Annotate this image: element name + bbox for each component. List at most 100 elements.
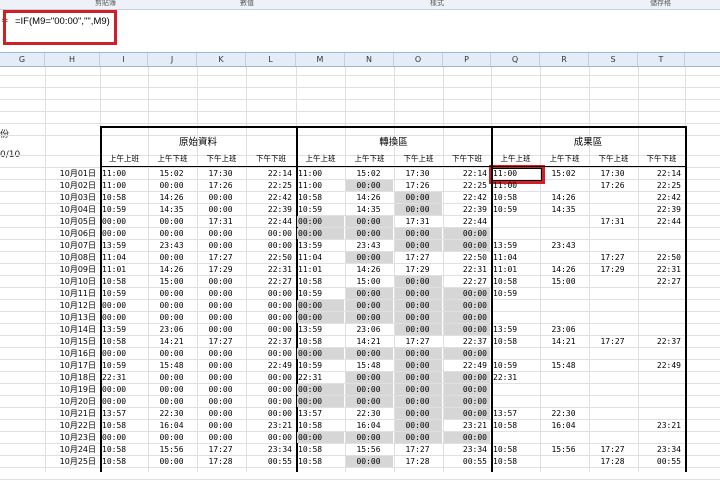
converted-cell[interactable]: 00:00 <box>445 396 487 407</box>
converted-cell[interactable]: 10:58 <box>298 420 341 431</box>
result-cell[interactable] <box>640 312 681 323</box>
converted-cell[interactable]: 15:02 <box>347 168 390 179</box>
converted-cell[interactable]: 00:00 <box>396 300 439 311</box>
result-cell[interactable] <box>640 372 681 383</box>
result-cell[interactable] <box>493 432 536 443</box>
original-cell[interactable]: 23:34 <box>248 444 292 455</box>
original-cell[interactable]: 00:00 <box>248 228 292 239</box>
converted-cell[interactable]: 10:58 <box>298 192 341 203</box>
converted-cell[interactable]: 17:27 <box>396 336 439 347</box>
result-cell[interactable]: 00:55 <box>640 456 681 467</box>
result-cell[interactable]: 17:30 <box>591 168 634 179</box>
converted-cell[interactable]: 10:59 <box>298 204 341 215</box>
original-cell[interactable]: 10:58 <box>102 276 144 287</box>
converted-cell[interactable]: 17:29 <box>396 264 439 275</box>
converted-cell[interactable]: 00:00 <box>347 396 390 407</box>
column-header-g[interactable]: G <box>0 53 45 66</box>
converted-cell[interactable]: 00:00 <box>445 408 487 419</box>
result-cell[interactable]: 17:31 <box>591 216 634 227</box>
date-cell[interactable]: 10月02日 <box>50 180 96 191</box>
converted-cell[interactable]: 11:00 <box>298 180 341 191</box>
column-header-s[interactable]: S <box>589 53 638 66</box>
converted-cell[interactable]: 17:27 <box>396 444 439 455</box>
original-cell[interactable]: 11:00 <box>102 180 144 191</box>
date-cell[interactable]: 10月21日 <box>50 408 96 419</box>
converted-cell[interactable]: 00:00 <box>298 384 341 395</box>
result-cell[interactable] <box>640 300 681 311</box>
original-cell[interactable]: 00:00 <box>199 240 242 251</box>
result-cell[interactable]: 10:58 <box>493 456 536 467</box>
converted-cell[interactable]: 00:00 <box>347 372 390 383</box>
result-cell[interactable]: 11:00 <box>493 168 536 179</box>
converted-cell[interactable]: 23:21 <box>445 420 487 431</box>
converted-cell[interactable]: 00:00 <box>396 408 439 419</box>
converted-cell[interactable]: 22:25 <box>445 180 487 191</box>
result-cell[interactable] <box>493 396 536 407</box>
result-cell[interactable]: 10:58 <box>493 276 536 287</box>
original-cell[interactable]: 00:00 <box>150 216 193 227</box>
converted-cell[interactable]: 22:42 <box>445 192 487 203</box>
original-cell[interactable]: 22:30 <box>150 408 193 419</box>
original-cell[interactable]: 00:00 <box>150 456 193 467</box>
result-cell[interactable] <box>542 348 585 359</box>
result-cell[interactable] <box>591 312 634 323</box>
result-cell[interactable] <box>640 408 681 419</box>
date-cell[interactable]: 10月20日 <box>50 396 96 407</box>
converted-cell[interactable]: 00:00 <box>445 324 487 335</box>
original-cell[interactable]: 23:21 <box>248 420 292 431</box>
date-cell[interactable]: 10月07日 <box>50 240 96 251</box>
date-cell[interactable]: 10月04日 <box>50 204 96 215</box>
original-cell[interactable]: 00:00 <box>199 372 242 383</box>
result-cell[interactable] <box>493 216 536 227</box>
original-cell[interactable]: 10:58 <box>102 420 144 431</box>
result-cell[interactable] <box>640 228 681 239</box>
result-cell[interactable] <box>591 420 634 431</box>
converted-cell[interactable]: 10:58 <box>298 456 341 467</box>
result-cell[interactable]: 23:43 <box>542 240 585 251</box>
result-cell[interactable] <box>640 432 681 443</box>
converted-cell[interactable]: 22:31 <box>445 264 487 275</box>
result-cell[interactable]: 15:56 <box>542 444 585 455</box>
column-header-i[interactable]: I <box>100 53 148 66</box>
original-cell[interactable]: 22:25 <box>248 180 292 191</box>
converted-cell[interactable]: 22:37 <box>445 336 487 347</box>
converted-cell[interactable]: 00:00 <box>445 228 487 239</box>
converted-cell[interactable]: 10:58 <box>298 276 341 287</box>
result-cell[interactable] <box>493 348 536 359</box>
original-cell[interactable]: 17:27 <box>199 336 242 347</box>
converted-cell[interactable]: 00:00 <box>445 288 487 299</box>
date-cell[interactable]: 10月10日 <box>50 276 96 287</box>
converted-cell[interactable]: 17:28 <box>396 456 439 467</box>
converted-cell[interactable]: 00:55 <box>445 456 487 467</box>
original-cell[interactable]: 00:00 <box>199 276 242 287</box>
result-cell[interactable] <box>640 240 681 251</box>
converted-cell[interactable]: 00:00 <box>396 360 439 371</box>
date-cell[interactable]: 10月12日 <box>50 300 96 311</box>
date-cell[interactable]: 10月24日 <box>50 444 96 455</box>
converted-cell[interactable]: 13:59 <box>298 240 341 251</box>
converted-cell[interactable]: 00:00 <box>396 276 439 287</box>
original-cell[interactable]: 22:31 <box>102 372 144 383</box>
date-cell[interactable]: 10月16日 <box>50 348 96 359</box>
result-cell[interactable]: 14:26 <box>542 192 585 203</box>
original-cell[interactable]: 14:26 <box>150 264 193 275</box>
original-cell[interactable]: 22:14 <box>248 168 292 179</box>
original-cell[interactable]: 00:00 <box>248 240 292 251</box>
original-cell[interactable]: 00:00 <box>248 408 292 419</box>
result-cell[interactable] <box>542 216 585 227</box>
converted-cell[interactable]: 14:26 <box>347 264 390 275</box>
result-cell[interactable] <box>591 372 634 383</box>
converted-cell[interactable]: 11:04 <box>298 252 341 263</box>
original-cell[interactable]: 00:00 <box>102 384 144 395</box>
converted-cell[interactable]: 15:48 <box>347 360 390 371</box>
result-cell[interactable] <box>591 300 634 311</box>
original-cell[interactable]: 00:00 <box>248 372 292 383</box>
converted-cell[interactable]: 14:21 <box>347 336 390 347</box>
result-cell[interactable]: 22:25 <box>640 180 681 191</box>
date-cell[interactable]: 10月09日 <box>50 264 96 275</box>
converted-cell[interactable]: 00:00 <box>347 300 390 311</box>
original-cell[interactable]: 00:00 <box>150 432 193 443</box>
result-cell[interactable] <box>591 384 634 395</box>
original-cell[interactable]: 22:49 <box>248 360 292 371</box>
original-cell[interactable]: 22:42 <box>248 192 292 203</box>
